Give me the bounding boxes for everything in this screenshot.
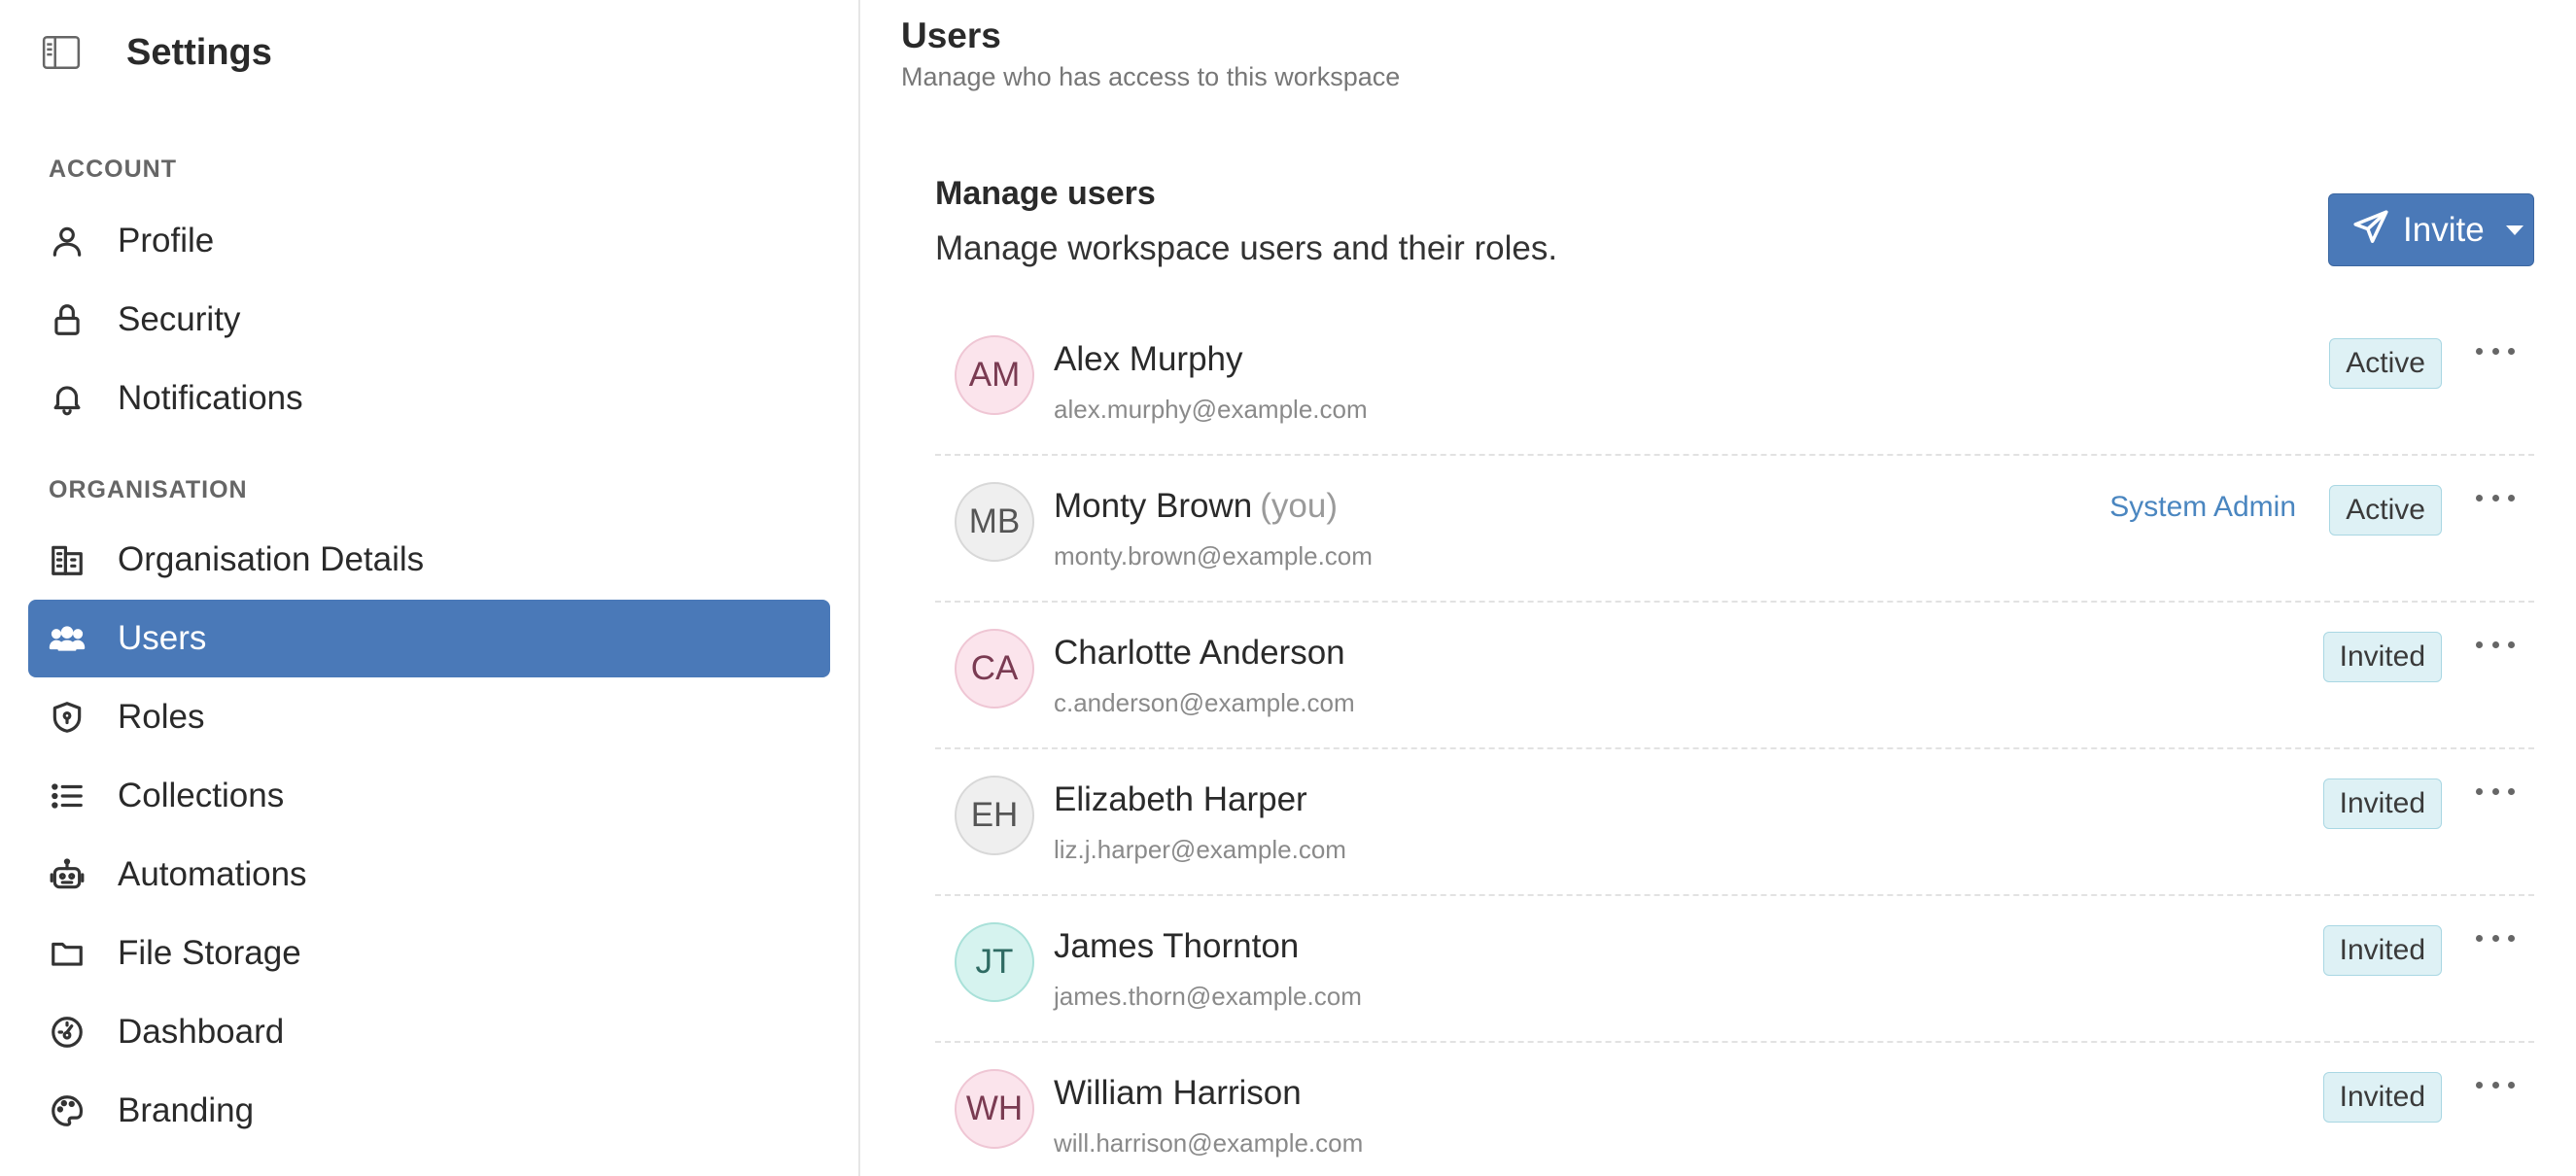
status-badge: Active [2329,485,2442,536]
status-badge: Invited [2322,632,2442,682]
send-icon [2352,209,2389,251]
more-options-icon[interactable] [2476,483,2515,512]
sidebar-item-security[interactable]: Security [28,281,830,359]
page-title: Users [901,16,1001,55]
avatar: WH [955,1069,1034,1149]
list-icon [48,777,87,815]
sidebar-item-label: Users [118,619,207,657]
table-row: JT James Thornton james.thorn@example.co… [935,896,2534,1043]
sidebar-item-automations[interactable]: Automations [28,836,830,914]
palette-icon [48,1091,87,1130]
more-options-icon[interactable] [2476,923,2515,952]
settings-sidebar: Settings ACCOUNT Profile Security Notifi… [0,0,860,1176]
user-email: c.anderson@example.com [1054,688,1355,717]
section-account-heading: ACCOUNT [49,156,177,183]
invite-button[interactable]: Invite [2328,193,2534,266]
card-title: Manage users [935,175,1156,212]
user-name: William Harrison [1054,1074,1302,1112]
sidebar-item-roles[interactable]: Roles [28,678,830,756]
status-badge: Active [2329,338,2442,389]
more-options-icon[interactable] [2476,777,2515,806]
table-row: AM Alex Murphy alex.murphy@example.com A… [935,309,2534,456]
avatar: JT [955,922,1034,1002]
building-icon [48,540,87,579]
sidebar-item-profile[interactable]: Profile [28,202,830,280]
user-name: Charlotte Anderson [1054,634,1345,672]
sidebar-item-label: Dashboard [118,1013,285,1051]
table-row: EH Elizabeth Harper liz.j.harper@example… [935,749,2534,896]
sidebar-item-users[interactable]: Users [28,600,830,677]
sidebar-item-label: Notifications [118,379,303,417]
page-subtitle: Manage who has access to this workspace [901,62,1401,91]
bell-icon [48,379,87,418]
main-content: Users Manage who has access to this work… [862,0,2576,1176]
sidebar-item-label: Branding [118,1091,255,1129]
robot-icon [48,855,87,894]
sidebar-item-label: Profile [118,222,215,259]
sidebar-item-collections[interactable]: Collections [28,757,830,835]
user-name: Monty Brown (you) [1054,487,1338,525]
user-email: monty.brown@example.com [1054,541,1373,571]
avatar: CA [955,629,1034,709]
users-icon [48,619,87,658]
sidebar-item-label: Organisation Details [118,540,425,578]
gauge-icon [48,1013,87,1052]
sidebar-item-file-storage[interactable]: File Storage [28,915,830,992]
user-email: will.harrison@example.com [1054,1128,1364,1158]
status-badge: Invited [2322,1072,2442,1123]
section-organisation-heading: ORGANISATION [49,476,248,503]
sidebar-item-dashboard[interactable]: Dashboard [28,993,830,1071]
user-email: liz.j.harper@example.com [1054,835,1346,864]
status-badge: Invited [2322,778,2442,829]
more-options-icon[interactable] [2476,1070,2515,1099]
chevron-down-icon[interactable] [2505,225,2524,235]
sidebar-item-label: Security [118,300,241,338]
sidebar-title: Settings [126,31,272,73]
avatar: MB [955,482,1034,562]
invite-button-label: Invite [2403,210,2485,249]
lock-icon [48,300,87,339]
shield-icon [48,698,87,737]
folder-icon [48,934,87,973]
sidebar-header: Settings [39,27,272,78]
status-badge: Invited [2322,925,2442,976]
table-row: WH William Harrison will.harrison@exampl… [935,1043,2534,1176]
you-label: (you) [1260,487,1338,525]
role-link[interactable]: System Admin [2109,491,2296,524]
user-icon [48,222,87,260]
user-name: James Thornton [1054,927,1300,965]
avatar: AM [955,335,1034,415]
sidebar-toggle-icon[interactable] [39,30,84,75]
avatar: EH [955,776,1034,855]
user-email: james.thorn@example.com [1054,982,1362,1011]
card-subtitle: Manage workspace users and their roles. [935,229,1558,267]
sidebar-item-label: Automations [118,855,307,893]
sidebar-item-label: Collections [118,777,285,814]
sidebar-item-branding[interactable]: Branding [28,1072,830,1150]
user-name: Alex Murphy [1054,340,1243,378]
user-email: alex.murphy@example.com [1054,395,1368,424]
sidebar-item-label: File Storage [118,934,301,972]
table-row: MB Monty Brown (you) monty.brown@example.… [935,456,2534,603]
sidebar-item-organisation-details[interactable]: Organisation Details [28,521,830,599]
sidebar-item-label: Roles [118,698,205,736]
more-options-icon[interactable] [2476,336,2515,365]
table-row: CA Charlotte Anderson c.anderson@example… [935,603,2534,749]
sidebar-item-notifications[interactable]: Notifications [28,360,830,437]
more-options-icon[interactable] [2476,630,2515,659]
users-list: AM Alex Murphy alex.murphy@example.com A… [935,309,2534,1176]
user-name: Elizabeth Harper [1054,780,1307,818]
